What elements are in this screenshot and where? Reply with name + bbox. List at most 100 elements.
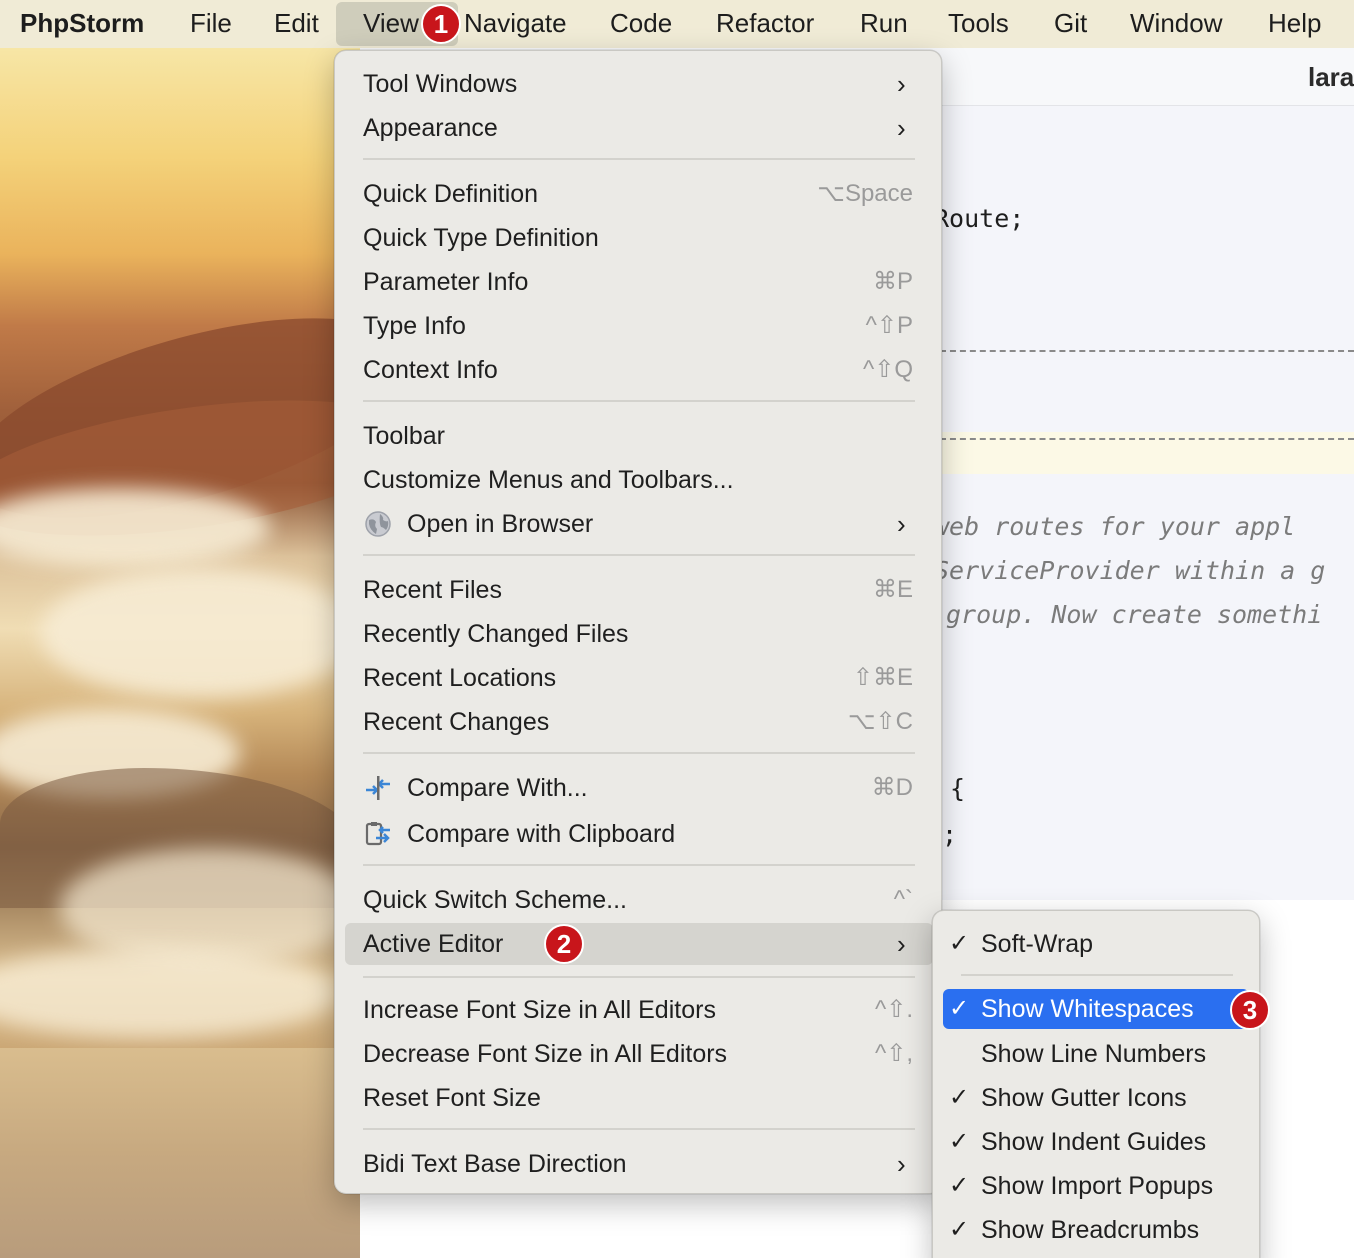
globe-icon <box>365 511 391 537</box>
menu-git[interactable]: Git <box>1040 0 1101 48</box>
macos-menu-bar: PhpStorm File Edit View Navigate Code Re… <box>0 0 1354 48</box>
menu-item-label: Increase Font Size in All Editors <box>363 996 716 1024</box>
menu-item-label: Context Info <box>363 356 498 384</box>
menu-item-label: Open in Browser <box>407 510 594 538</box>
menu-item-customize-menus[interactable]: Customize Menus and Toolbars... <box>335 460 941 500</box>
checkmark-icon: ✓ <box>949 1084 970 1111</box>
menu-item-recent-locations[interactable]: Recent Locations ⇧⌘E <box>335 658 941 698</box>
menu-item-label: Show Breadcrumbs <box>981 1216 1200 1244</box>
menu-separator <box>363 752 915 754</box>
menu-item-recently-changed-files[interactable]: Recently Changed Files <box>335 614 941 654</box>
compare-arrows-icon <box>366 776 390 800</box>
chevron-right-icon: › <box>897 1149 906 1179</box>
menu-item-active-editor[interactable]: Active Editor › <box>345 923 933 965</box>
chevron-right-icon: › <box>897 113 906 143</box>
menu-item-label: Quick Definition <box>363 180 539 208</box>
menu-separator <box>363 158 915 160</box>
menu-item-bidi-direction[interactable]: Bidi Text Base Direction › <box>335 1144 941 1184</box>
menu-item-label: Parameter Info <box>363 268 529 296</box>
code-comment-line: group. Now create somethi <box>946 600 1323 629</box>
separator-line <box>940 350 1354 352</box>
menu-item-label: Tool Windows <box>363 70 518 98</box>
shortcut-label: ^` <box>893 886 913 913</box>
menu-item-parameter-info[interactable]: Parameter Info ⌘P <box>335 262 941 302</box>
menu-item-label: Quick Switch Scheme... <box>363 886 627 914</box>
menu-item-context-info[interactable]: Context Info ^⇧Q <box>335 350 941 390</box>
menu-item-label: Recently Changed Files <box>363 620 629 648</box>
submenu-item-show-gutter-icons[interactable]: ✓ Show Gutter Icons <box>933 1078 1259 1118</box>
checkmark-icon: ✓ <box>949 1216 970 1243</box>
menu-separator <box>363 864 915 866</box>
menu-item-label: Type Info <box>363 312 466 340</box>
menu-item-type-info[interactable]: Type Info ^⇧P <box>335 306 941 346</box>
submenu-item-show-whitespaces[interactable]: ✓ Show Whitespaces <box>943 989 1249 1029</box>
separator-line <box>940 438 1354 440</box>
menu-item-increase-font[interactable]: Increase Font Size in All Editors ^⇧. <box>335 990 941 1030</box>
menu-item-compare-with[interactable]: Compare With... ⌘D <box>335 768 941 808</box>
menu-edit[interactable]: Edit <box>260 0 333 48</box>
menu-item-quick-type-definition[interactable]: Quick Type Definition <box>335 218 941 258</box>
shortcut-label: ⌘D <box>871 774 913 801</box>
menu-separator <box>363 400 915 402</box>
menu-help[interactable]: Help <box>1254 0 1335 48</box>
step-callout-1: 1 <box>421 4 461 44</box>
checkmark-icon: ✓ <box>949 1172 970 1199</box>
menu-file[interactable]: File <box>176 0 246 48</box>
menu-item-reset-font[interactable]: Reset Font Size <box>335 1078 941 1118</box>
menu-item-toolbar[interactable]: Toolbar <box>335 416 941 456</box>
shortcut-label: ⌘E <box>872 576 913 603</box>
menu-item-recent-files[interactable]: Recent Files ⌘E <box>335 570 941 610</box>
menu-tools[interactable]: Tools <box>934 0 1023 48</box>
menu-item-label: Recent Locations <box>363 664 557 692</box>
menu-item-recent-changes[interactable]: Recent Changes ⌥⇧C <box>335 702 941 742</box>
menu-item-compare-clipboard[interactable]: Compare with Clipboard <box>335 814 941 854</box>
step-callout-2: 2 <box>544 924 584 964</box>
menu-item-open-in-browser[interactable]: Open in Browser › <box>335 504 941 544</box>
shortcut-label: ⌥Space <box>817 180 913 207</box>
menu-navigate[interactable]: Navigate <box>450 0 581 48</box>
editor-tab-title[interactable]: lara <box>1308 62 1354 93</box>
chevron-right-icon: › <box>897 509 906 539</box>
view-menu: Tool Windows › Appearance › Quick Defini… <box>334 50 942 1194</box>
shortcut-label: ^⇧, <box>874 1040 913 1067</box>
menu-item-label: Reset Font Size <box>363 1084 541 1112</box>
code-line: { <box>950 774 966 803</box>
menu-window[interactable]: Window <box>1116 0 1236 48</box>
submenu-item-soft-wrap[interactable]: ✓ Soft-Wrap <box>933 924 1259 964</box>
desktop-wallpaper <box>0 48 360 1258</box>
menu-item-tool-windows[interactable]: Tool Windows › <box>335 64 941 104</box>
clipboard-compare-icon <box>365 822 390 846</box>
menu-run[interactable]: Run <box>846 0 922 48</box>
menu-code[interactable]: Code <box>596 0 686 48</box>
menu-item-label: Show Gutter Icons <box>981 1084 1187 1112</box>
menu-item-label: Compare With... <box>407 774 588 802</box>
menu-item-label: Toolbar <box>363 422 445 450</box>
checkmark-icon: ✓ <box>949 1128 970 1155</box>
menu-item-quick-switch-scheme[interactable]: Quick Switch Scheme... ^` <box>335 880 941 920</box>
shortcut-label: ^⇧. <box>874 996 913 1023</box>
menu-item-appearance[interactable]: Appearance › <box>335 108 941 148</box>
shortcut-label: ⌘P <box>872 268 913 295</box>
step-callout-3: 3 <box>1230 990 1270 1030</box>
submenu-item-show-indent-guides[interactable]: ✓ Show Indent Guides <box>933 1122 1259 1162</box>
menu-refactor[interactable]: Refactor <box>702 0 828 48</box>
active-editor-submenu: ✓ Soft-Wrap ✓ Show Whitespaces Show Line… <box>932 910 1260 1258</box>
submenu-item-show-line-numbers[interactable]: Show Line Numbers <box>933 1034 1259 1074</box>
checkmark-icon: ✓ <box>949 930 970 957</box>
menu-item-label: Compare with Clipboard <box>407 820 676 848</box>
code-line: ; <box>942 820 958 849</box>
submenu-item-show-breadcrumbs[interactable]: ✓ Show Breadcrumbs <box>933 1210 1259 1250</box>
menu-item-label: Recent Changes <box>363 708 550 736</box>
menu-item-label: Decrease Font Size in All Editors <box>363 1040 728 1068</box>
menu-view-label: View <box>363 8 419 38</box>
menu-item-label: Show Import Popups <box>981 1172 1214 1200</box>
menu-item-label: Active Editor <box>363 930 504 958</box>
menu-item-label: Recent Files <box>363 576 502 604</box>
chevron-right-icon: › <box>897 69 906 99</box>
menu-separator <box>961 974 1233 976</box>
code-comment-line: web routes for your appl <box>934 512 1296 541</box>
submenu-item-show-import-popups[interactable]: ✓ Show Import Popups <box>933 1166 1259 1206</box>
menu-item-quick-definition[interactable]: Quick Definition ⌥Space <box>335 174 941 214</box>
menu-app-phpstorm[interactable]: PhpStorm <box>6 0 158 48</box>
menu-item-decrease-font[interactable]: Decrease Font Size in All Editors ^⇧, <box>335 1034 941 1074</box>
